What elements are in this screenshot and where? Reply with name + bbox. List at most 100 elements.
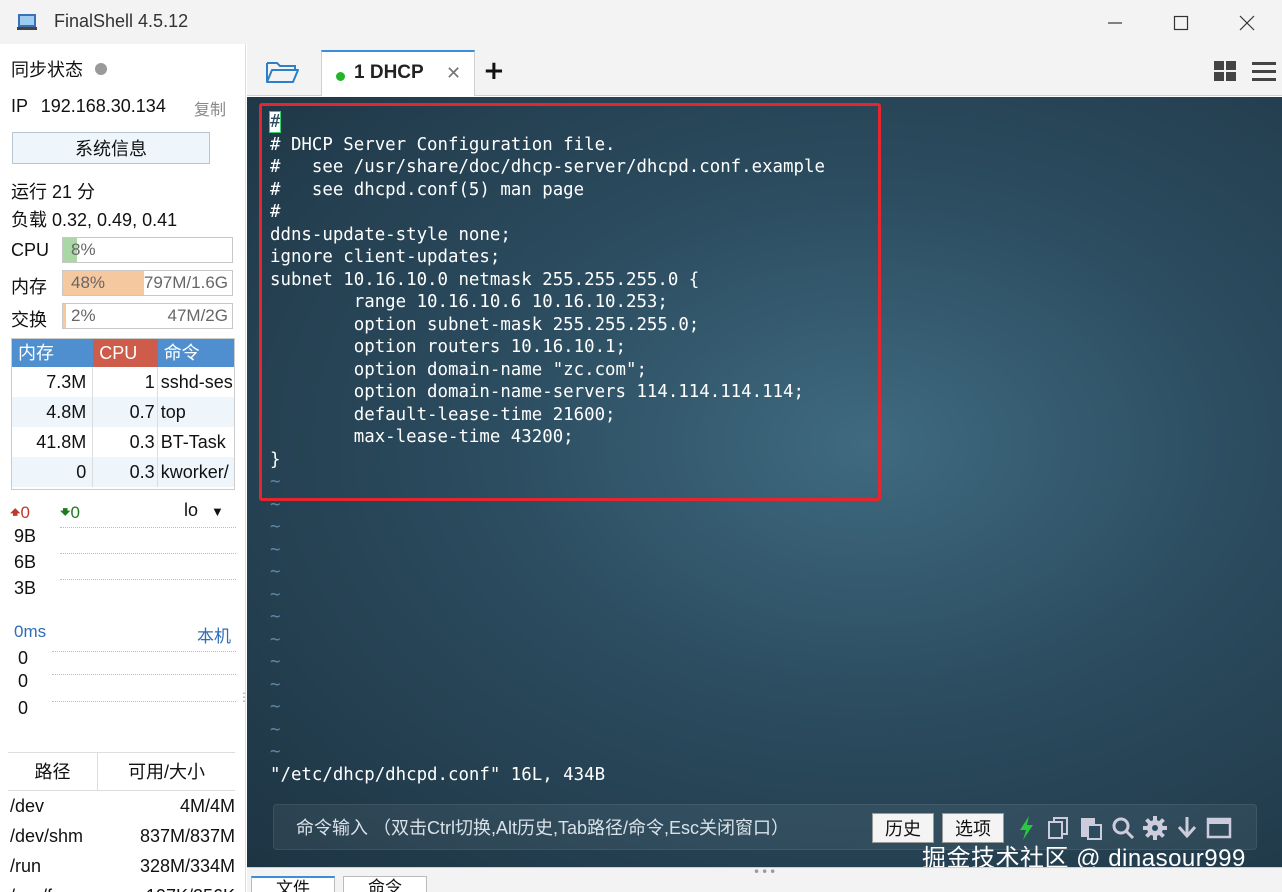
column-header-path[interactable]: 路径 [8,753,98,790]
process-memory: 41.8M [12,427,94,457]
interface-select[interactable]: lo ▼ [184,500,224,521]
empty-line-marker: ~ [270,539,281,560]
latency-monitor: 0ms 本机 0 0 0 [8,618,236,718]
cpu-label: CPU [11,240,50,260]
process-command: top [160,402,186,422]
process-cpu: 0.3 [93,427,158,457]
table-row[interactable]: 7.3M 1 sshd-ses [12,367,234,397]
ip-value: 192.168.30.134 [40,96,166,116]
copy-ip-link[interactable]: 复制 [194,96,226,120]
table-row[interactable]: 41.8M 0.3 BT-Task [12,427,234,457]
close-icon [1239,15,1255,31]
empty-line-marker: ~ [270,517,281,537]
table-row[interactable]: 0 0.3 kworker/ [12,457,234,487]
uptime: 运行 21 分 [11,182,96,202]
table-row[interactable]: /run 328M/334M [8,851,235,881]
empty-line-marker: ~ [270,697,281,717]
filesystem-table-header: 路径 可用/大小 [8,753,235,791]
swap-meter: 2% 47M/2G [62,303,233,329]
gridline [60,553,236,554]
terminal[interactable]: # # DHCP Server Configuration file. # see … [247,97,1282,867]
menu-icon[interactable] [1251,60,1277,82]
fs-size: 837M/837M [139,826,235,846]
fs-path: /run [10,856,42,876]
gridline [52,674,236,675]
connection-status-dot [336,72,345,81]
empty-line-marker: ~ [270,584,281,605]
sidebar-resize-handle[interactable]: ⋮ [238,691,250,714]
sync-label: 同步状态 [11,60,83,80]
download-value: 0 [70,503,80,522]
process-table: 内存 CPU 命令 7.3M 1 sshd-ses 4.8M 0.7 top 4… [11,338,235,490]
close-tab-icon[interactable]: ✕ [446,63,461,84]
tab-label: 1 DHCP [354,62,424,83]
column-header-memory[interactable]: 内存 [12,339,94,367]
minimize-button[interactable] [1100,8,1130,38]
filesystem-table: 路径 可用/大小 /dev 4M/4M /dev/shm 837M/837M /… [8,752,235,892]
latency-value: 0ms [14,622,47,641]
table-row[interactable]: 4.8M 0.7 top [12,397,234,427]
process-cpu: 1 [93,367,158,397]
app-icon [17,14,37,30]
empty-line-marker: ~ [270,607,281,627]
process-command: BT-Task [160,432,226,452]
process-table-header: 内存 CPU 命令 [12,339,234,367]
title-bar: FinalShell 4.5.12 [0,0,1282,44]
column-header-command[interactable]: 命令 [157,339,234,367]
gridline [52,651,236,652]
interface-value: lo [184,500,199,520]
arrow-up-icon: 🠹 [10,503,21,522]
download-rate: 🠻0 [60,500,80,529]
fs-size: 4M/4M [179,796,235,816]
maximize-button[interactable] [1166,8,1196,38]
arrow-down-icon: 🠻 [60,503,71,522]
vim-status-line: "/etc/dhcp/dhcpd.conf" 16L, 434B [270,765,606,785]
net-scale-label: 9B [14,526,37,546]
grid-layout-icon[interactable] [1213,60,1237,82]
close-window-button[interactable] [1232,8,1262,38]
fs-path: /dev/shm [10,826,84,846]
cpu-percent: 8% [71,240,96,259]
ip-label: IP [11,96,28,116]
mem-amount: 797M/1.6G [143,273,228,292]
process-memory: 7.3M [12,367,94,397]
ip-row: IP 192.168.30.134 [11,96,166,117]
swap-meter-fill [63,304,67,328]
process-memory: 0 [12,457,94,487]
panel-resize-handle[interactable]: ••• [753,865,777,879]
gridline [60,579,236,580]
fs-path: /sys/fs [8,881,98,892]
table-row[interactable]: /sys/fs 107K/256K [8,881,235,892]
tab-files[interactable]: 文件 [251,876,335,892]
empty-line-marker: ~ [270,719,281,740]
process-table-body: 7.3M 1 sshd-ses 4.8M 0.7 top 41.8M 0.3 B… [12,367,234,487]
system-info-button[interactable]: 系统信息 [12,132,210,164]
column-header-cpu[interactable]: CPU [93,339,158,367]
fs-size: 328M/334M [139,856,235,876]
command-input[interactable] [296,815,866,841]
upload-value: 0 [20,503,30,522]
net-scale-label: 6B [14,552,37,572]
fs-size: 107K/256K [98,881,235,892]
process-cpu: 0.7 [93,397,158,427]
empty-line-marker: ~ [270,742,281,762]
chevron-down-icon: ▼ [211,504,224,519]
load-average: 负载 0.32, 0.49, 0.41 [11,210,178,230]
gridline [52,701,236,702]
table-row[interactable]: /dev/shm 837M/837M [8,821,235,851]
tab-dhcp[interactable]: 1 DHCP ✕ [321,50,475,96]
latency-scale-label: 0 [18,671,29,691]
table-row[interactable]: /dev 4M/4M [8,791,235,821]
folder-open-icon[interactable] [265,58,299,86]
sync-status: 同步状态 [11,56,107,82]
cpu-meter: 8% [62,237,233,263]
tab-commands[interactable]: 命令 [343,876,427,892]
process-cpu: 0.3 [93,457,158,487]
latency-target[interactable]: 本机 [197,622,231,647]
column-header-size[interactable]: 可用/大小 [98,753,235,790]
minimize-icon [1108,22,1122,24]
tab-bar: 1 DHCP ✕ + [247,44,1282,96]
mem-label: 内存 [11,277,47,297]
empty-line-marker: ~ [270,674,281,695]
add-tab-button[interactable]: + [483,58,505,84]
